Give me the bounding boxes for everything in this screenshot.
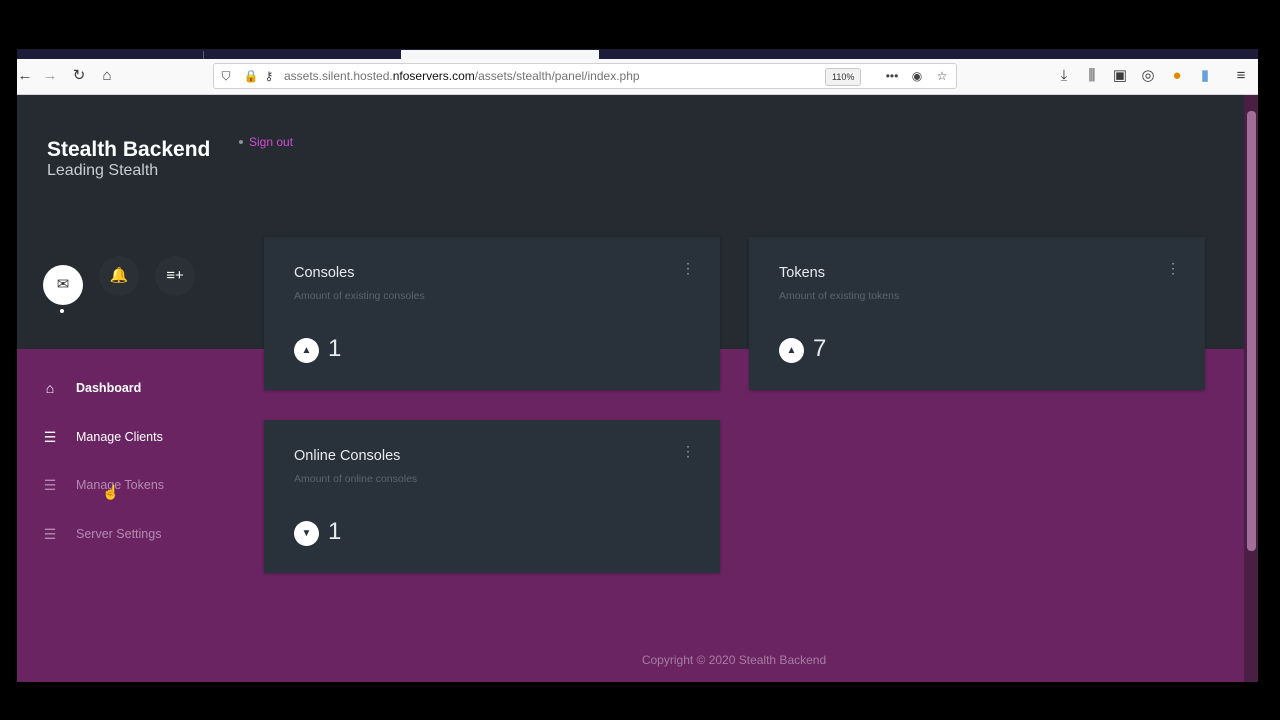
url-host: nfoservers.com	[392, 69, 475, 83]
signout-link[interactable]: Sign out	[238, 135, 293, 149]
tab-separator	[203, 51, 204, 59]
list-icon: ☰	[43, 477, 57, 493]
pocket-icon[interactable]: ◉	[908, 67, 926, 85]
brand-title: Stealth Backend	[47, 138, 211, 161]
scrollbar-thumb[interactable]	[1247, 111, 1256, 551]
more-vert-icon[interactable]: ⋮	[1166, 261, 1180, 275]
url-bar[interactable]: ⛉ 🔒 ⚷ assets.silent.hosted.nfoservers.co…	[213, 63, 957, 89]
forward-icon[interactable]: →	[40, 66, 60, 86]
card-subtitle: Amount of existing consoles	[294, 290, 425, 302]
page-scrollbar[interactable]	[1244, 95, 1258, 682]
consoles-card: Consoles Amount of existing consoles ⋮ ▲…	[264, 237, 720, 390]
card-value: 1	[328, 335, 342, 362]
sidebar-icon[interactable]: ▣	[1110, 66, 1130, 86]
zoom-level[interactable]: 110%	[825, 68, 862, 86]
home-icon[interactable]: ⌂	[97, 66, 117, 86]
card-value: 7	[813, 335, 827, 362]
more-vert-icon[interactable]: ⋮	[681, 444, 695, 458]
notifications-button[interactable]: 🔔	[99, 256, 139, 296]
sidebar-item-label: Manage Clients	[76, 430, 163, 444]
active-indicator	[60, 309, 64, 313]
arrow-up-icon: ▲	[779, 338, 804, 363]
mail-icon: ✉	[56, 276, 70, 293]
bookmark-star-icon[interactable]: ☆	[933, 67, 951, 85]
insecure-lock-icon[interactable]: 🔒	[242, 67, 260, 85]
online-consoles-card: Online Consoles Amount of online console…	[264, 420, 720, 573]
key-icon[interactable]: ⚷	[260, 67, 278, 85]
playlist-add-icon: ≡+	[166, 267, 184, 284]
reload-icon[interactable]: ↻	[69, 66, 89, 86]
card-title: Consoles	[294, 265, 355, 281]
sidebar-item-server-settings[interactable]: ☰ Server Settings	[41, 522, 162, 546]
url-path: /assets/stealth/panel/index.php	[474, 69, 640, 83]
sidebar-item-label: Dashboard	[76, 381, 142, 395]
card-title: Tokens	[779, 265, 825, 281]
extension-icon[interactable]: ●	[1167, 66, 1187, 86]
card-value: 1	[328, 518, 342, 545]
account-icon[interactable]: ◎	[1138, 66, 1158, 86]
mouse-cursor-icon: ☝	[102, 484, 120, 500]
url-text[interactable]: assets.silent.hosted.nfoservers.com/asse…	[284, 69, 640, 83]
url-prefix: assets.silent.hosted.	[284, 69, 393, 83]
active-tab[interactable]	[401, 50, 599, 59]
arrow-down-icon: ▼	[294, 521, 319, 546]
page-content: Stealth Backend Leading Stealth Sign out…	[17, 95, 1244, 682]
footer-copyright: Copyright © 2020 Stealth Backend	[641, 653, 827, 667]
browser-toolbar: ← → ↻ ⌂ ⛉ 🔒 ⚷ assets.silent.hosted.nfose…	[17, 59, 1258, 95]
tab-strip	[17, 49, 1258, 59]
sidebar-item-label: Server Settings	[76, 527, 162, 541]
card-subtitle: Amount of existing tokens	[779, 290, 900, 302]
card-subtitle: Amount of online consoles	[294, 473, 418, 485]
home-icon: ⌂	[45, 380, 55, 396]
list-icon: ☰	[43, 429, 57, 445]
brand-subtitle: Leading Stealth	[47, 162, 159, 179]
more-vert-icon[interactable]: ⋮	[681, 261, 695, 275]
tokens-card: Tokens Amount of existing tokens ⋮ ▲ 7	[749, 237, 1205, 390]
library-icon[interactable]: ⫼	[1082, 66, 1102, 86]
card-title: Online Consoles	[294, 448, 401, 464]
shield-icon[interactable]: ⛉	[217, 67, 235, 85]
browser-window: ← → ↻ ⌂ ⛉ 🔒 ⚷ assets.silent.hosted.nfose…	[17, 49, 1258, 682]
menu-icon[interactable]: ≡	[1231, 66, 1251, 86]
download-icon[interactable]: ⤓	[1054, 66, 1074, 86]
back-icon[interactable]: ←	[17, 66, 35, 86]
arrow-up-icon: ▲	[294, 338, 319, 363]
extension-2-icon[interactable]: ▮	[1195, 66, 1215, 86]
more-actions-icon[interactable]: •••	[883, 67, 901, 85]
list-icon: ☰	[43, 526, 57, 542]
sidebar-item-label: Manage Tokens	[76, 478, 165, 492]
playlist-add-button[interactable]: ≡+	[155, 256, 195, 296]
mail-button[interactable]: ✉	[43, 265, 83, 305]
sidebar-item-dashboard[interactable]: ⌂ Dashboard	[41, 376, 142, 400]
bell-icon: 🔔	[109, 267, 129, 284]
sidebar-item-manage-clients[interactable]: ☰ Manage Clients	[41, 425, 163, 449]
